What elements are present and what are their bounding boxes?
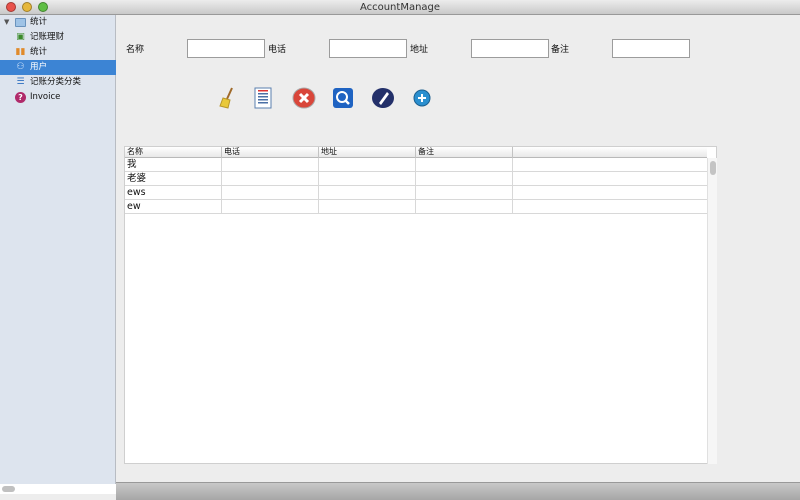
edit-icon [372,88,394,108]
table-cell [222,172,319,186]
bar-chart-icon: ▮▮ [15,47,26,57]
table-cell [416,172,513,186]
sidebar-item-users[interactable]: ⚇ 用户 [0,60,116,75]
search-icon [333,88,353,108]
sidebar-horizontal-scrollbar[interactable] [0,484,116,494]
table-row[interactable]: ews [125,186,707,200]
table-cell: ews [125,186,222,200]
note-input[interactable] [612,39,690,58]
document-icon [254,87,272,109]
zoom-window-button[interactable] [38,2,48,12]
disclosure-triangle-icon[interactable]: ▼ [4,15,9,30]
table-cell [222,186,319,200]
sidebar-item-label: 统计 [30,17,48,27]
list-button[interactable] [251,86,275,110]
help-icon: ? [15,92,26,103]
sidebar-item-bookkeeping[interactable]: ▣ 记账理财 [0,30,116,45]
delete-icon [292,87,316,109]
sidebar-item-label: Invoice [30,92,61,102]
sidebar-item-label: 记账分类分类 [30,77,82,87]
scrollbar-thumb[interactable] [2,486,15,492]
sidebar-item-categories[interactable]: ☰ 记账分类分类 [0,75,116,90]
money-icon: ▣ [16,32,25,42]
table-cell: 老婆 [125,172,222,186]
sidebar-item-label: 统计 [30,47,48,57]
table-cell [513,186,707,200]
column-header-extra [513,147,707,158]
search-button[interactable] [331,86,355,110]
table-header: 名称 电话 地址 备注 [125,147,707,158]
add-icon [413,89,431,107]
name-input[interactable] [187,39,265,58]
table-cell: ew [125,200,222,214]
minimize-window-button[interactable] [22,2,32,12]
sidebar-item-label: 记账理财 [30,32,65,42]
column-header-note[interactable]: 备注 [416,147,513,158]
table-cell [416,200,513,214]
table-cell [416,186,513,200]
sidebar-item-stats-group[interactable]: ▼ 统计 [0,15,116,30]
list-icon: ☰ [16,77,25,87]
table-cell [416,158,513,172]
table-cell [319,200,416,214]
users-icon: ⚇ [16,62,25,72]
bottom-bar [116,482,800,500]
table-cell [319,158,416,172]
table-cell [513,200,707,214]
sidebar-item-invoice[interactable]: ? Invoice [0,90,116,105]
folder-icon [15,18,26,27]
scrollbar-thumb[interactable] [710,161,716,175]
vertical-scrollbar[interactable] [707,158,717,464]
sidebar-item-stats[interactable]: ▮▮ 统计 [0,45,116,60]
delete-button[interactable] [292,86,316,110]
broom-icon [219,87,233,109]
clear-button[interactable] [215,86,239,110]
table-row[interactable]: ew [125,200,707,214]
column-header-address[interactable]: 地址 [319,147,416,158]
address-input[interactable] [471,39,549,58]
table-cell [222,158,319,172]
table-cell [319,172,416,186]
close-window-button[interactable] [6,2,16,12]
column-header-name[interactable]: 名称 [125,147,222,158]
name-label: 名称 [126,45,145,55]
note-label: 备注 [551,45,570,55]
window-title: AccountManage [359,2,441,13]
table-cell [513,172,707,186]
address-label: 地址 [410,45,429,55]
sidebar-item-label: 用户 [30,62,48,72]
table-row[interactable]: 我 [125,158,707,172]
title-bar: AccountManage [0,0,800,15]
table-cell [513,158,707,172]
add-button[interactable] [410,86,434,110]
table-row[interactable]: 老婆 [125,172,707,186]
table-cell [319,186,416,200]
table-cell: 我 [125,158,222,172]
table-cell [222,200,319,214]
column-header-phone[interactable]: 电话 [222,147,319,158]
sidebar: ▼ 统计 ▣ 记账理财 ▮▮ 统计 ⚇ 用户 ☰ 记账分类分类 ? Invoic… [0,15,116,484]
users-table: 名称 电话 地址 备注 我老婆 ews ew [124,146,717,464]
edit-button[interactable] [371,86,395,110]
phone-label: 电话 [268,45,287,55]
phone-input[interactable] [329,39,407,58]
